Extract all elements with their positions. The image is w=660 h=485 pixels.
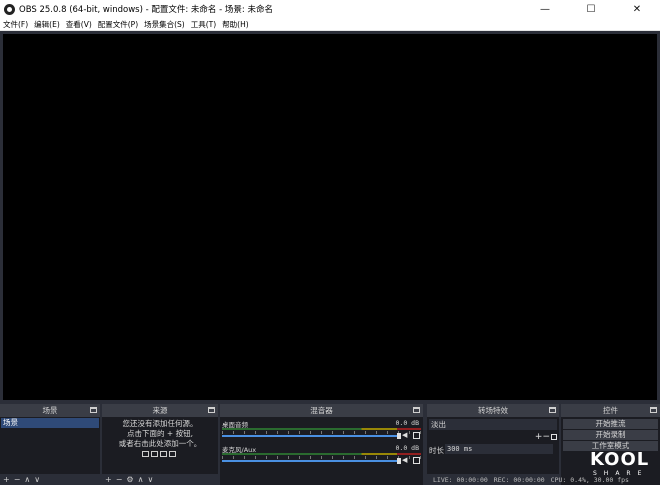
sources-list[interactable]: 您还没有添加任何源。 点击下面的 + 按钮, 或者右击此处添加一个。 — [102, 417, 218, 474]
undock-icon[interactable] — [208, 407, 215, 413]
start-recording-button[interactable]: 开始录制 — [563, 430, 658, 440]
undock-icon[interactable] — [413, 407, 420, 413]
live-status: LIVE: 00:00:00 — [433, 475, 488, 484]
mixer-dock: 混音器 桌面音频 0.0 dB ◀ 麦克风/Aux 0.0 dB ◀ — [220, 404, 423, 485]
image-source-icon — [142, 451, 149, 457]
volume-slider-handle[interactable] — [397, 458, 401, 464]
scenes-list[interactable]: 场景 — [0, 417, 100, 474]
remove-source-button[interactable]: − — [116, 475, 123, 484]
preview-area — [0, 31, 660, 403]
display-source-icon — [151, 451, 158, 457]
channel-db: 0.0 dB — [395, 444, 419, 452]
transition-select[interactable]: 淡出 — [429, 419, 557, 430]
gear-icon[interactable] — [413, 432, 420, 439]
controls-dock-title: 控件 — [603, 406, 618, 415]
add-scene-button[interactable]: + — [3, 475, 10, 484]
duration-label: 时长 — [429, 446, 444, 455]
speaker-icon[interactable]: ◀ — [402, 432, 409, 439]
controls-dock-header: 控件 — [561, 404, 660, 417]
maximize-button[interactable]: ☐ — [568, 0, 614, 18]
sources-dock-title: 来源 — [152, 406, 168, 415]
mixer-channels: 桌面音频 0.0 dB ◀ 麦克风/Aux 0.0 dB ◀ — [220, 417, 423, 485]
transitions-dock: 转场特效 淡出 +− 时长 300 ms — [427, 404, 559, 474]
volume-slider[interactable] — [222, 435, 397, 437]
watermark-logo: KOOL SHARE — [590, 450, 658, 484]
mixer-channel: 麦克风/Aux 0.0 dB ◀ — [222, 444, 421, 476]
close-button[interactable]: ✕ — [614, 0, 660, 18]
sources-dock-header: 来源 — [102, 404, 218, 417]
add-transition-button[interactable]: +− — [535, 432, 550, 442]
menu-profile[interactable]: 配置文件(P) — [95, 19, 141, 30]
undock-icon[interactable] — [90, 407, 97, 413]
volume-meter — [222, 428, 421, 430]
menu-file[interactable]: 文件(F) — [0, 19, 31, 30]
menu-edit[interactable]: 编辑(E) — [31, 19, 63, 30]
move-source-down-button[interactable]: ∨ — [147, 475, 153, 484]
menu-bar: 文件(F) 编辑(E) 查看(V) 配置文件(P) 场景集合(S) 工具(T) … — [0, 18, 660, 31]
transitions-body: 淡出 +− 时长 300 ms — [427, 417, 559, 474]
rec-status: REC: 00:00:00 — [493, 475, 545, 484]
minimize-button[interactable]: — — [522, 0, 568, 18]
sources-empty-line: 点击下面的 + 按钮, — [127, 429, 193, 438]
menu-scene-collection[interactable]: 场景集合(S) — [141, 19, 188, 30]
move-scene-up-button[interactable]: ∧ — [24, 475, 30, 484]
menu-help[interactable]: 帮助(H) — [219, 19, 252, 30]
sources-empty-message: 您还没有添加任何源。 点击下面的 + 按钮, 或者右击此处添加一个。 — [102, 419, 218, 449]
title-bar: OBS 25.0.8 (64-bit, windows) - 配置文件: 未命名… — [0, 0, 660, 18]
source-type-icons — [142, 451, 176, 457]
add-source-button[interactable]: + — [105, 475, 112, 484]
remove-scene-button[interactable]: − — [14, 475, 21, 484]
scenes-dock-header: 场景 — [0, 404, 100, 417]
speaker-icon[interactable]: ◀ — [402, 457, 409, 464]
browser-source-icon — [160, 451, 167, 457]
meter-scale — [222, 431, 421, 434]
transitions-dock-header: 转场特效 — [427, 404, 559, 417]
gear-icon[interactable] — [551, 434, 557, 440]
duration-spinbox[interactable]: 300 ms — [445, 444, 553, 454]
sources-toolbar: + − ⚙ ∧ ∨ — [102, 474, 218, 485]
scenes-dock-title: 场景 — [42, 406, 58, 415]
mixer-dock-header: 混音器 — [220, 404, 423, 417]
undock-icon[interactable] — [650, 407, 657, 413]
sources-dock: 来源 您还没有添加任何源。 点击下面的 + 按钮, 或者右击此处添加一个。 + … — [102, 404, 218, 485]
volume-meter — [222, 453, 421, 455]
sources-empty-line: 您还没有添加任何源。 — [122, 419, 198, 428]
menu-view[interactable]: 查看(V) — [63, 19, 95, 30]
volume-slider[interactable] — [222, 460, 397, 462]
menu-tools[interactable]: 工具(T) — [188, 19, 219, 30]
undock-icon[interactable] — [549, 407, 556, 413]
sources-empty-line: 或者右击此处添加一个。 — [118, 439, 202, 448]
transitions-dock-title: 转场特效 — [478, 406, 508, 415]
scene-item[interactable]: 场景 — [1, 418, 99, 428]
obs-logo-icon — [4, 3, 15, 15]
volume-slider-handle[interactable] — [397, 433, 401, 439]
window-title: OBS 25.0.8 (64-bit, windows) - 配置文件: 未命名… — [19, 5, 273, 15]
source-properties-button[interactable]: ⚙ — [126, 475, 133, 484]
mixer-dock-title: 混音器 — [310, 406, 333, 415]
watermark-main-text: KOOL — [590, 449, 650, 470]
scenes-dock: 场景 场景 + − ∧ ∨ — [0, 404, 100, 485]
scenes-toolbar: + − ∧ ∨ — [0, 474, 100, 485]
preview-canvas[interactable] — [3, 34, 657, 400]
move-source-up-button[interactable]: ∧ — [138, 475, 144, 484]
start-streaming-button[interactable]: 开始推流 — [563, 419, 658, 429]
move-scene-down-button[interactable]: ∨ — [34, 475, 40, 484]
meter-scale — [222, 456, 421, 459]
gear-icon[interactable] — [413, 457, 420, 464]
channel-db: 0.0 dB — [395, 419, 419, 427]
watermark-sub-text: SHARE — [593, 470, 649, 477]
camera-source-icon — [169, 451, 176, 457]
